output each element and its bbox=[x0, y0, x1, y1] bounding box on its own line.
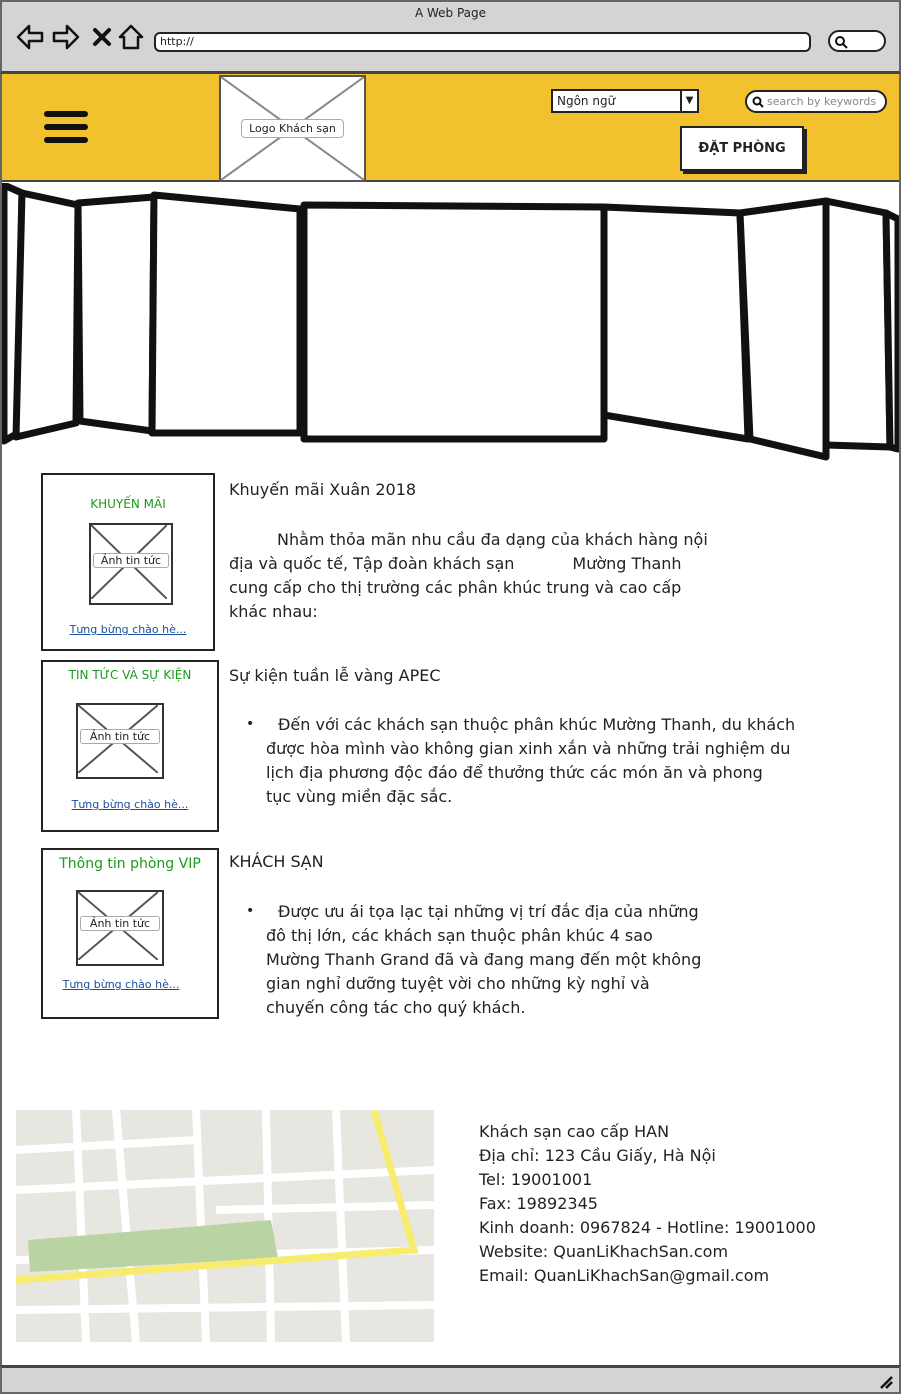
body-line: khác nhau: bbox=[229, 602, 318, 621]
hotel-logo[interactable]: Logo Khách sạn bbox=[219, 75, 366, 182]
contact-address: Địa chỉ: 123 Cầu Giấy, Hà Nội bbox=[479, 1146, 716, 1165]
news-card-events[interactable]: TIN TỨC VÀ SỰ KIỆN Ảnh tin tức Tưng bừng… bbox=[41, 660, 219, 832]
window-title: A Web Page bbox=[414, 6, 487, 20]
menu-icon[interactable] bbox=[44, 111, 88, 149]
carousel-slide bbox=[882, 209, 901, 453]
status-bar bbox=[0, 1365, 901, 1394]
contact-info: Khách sạn cao cấp HAN Địa chỉ: 123 Cầu G… bbox=[479, 1120, 816, 1288]
body-line: Mường Thanh Grand đã và đang mang đến mộ… bbox=[266, 950, 702, 969]
read-more-link[interactable]: Tưng bừng chào hè... bbox=[43, 623, 213, 636]
bullet: • bbox=[246, 716, 255, 732]
news-image: Ảnh tin tức bbox=[89, 523, 173, 605]
carousel-slide bbox=[300, 201, 608, 443]
language-select[interactable]: Ngôn ngữ bbox=[551, 89, 699, 113]
url-bar[interactable]: http:// bbox=[154, 32, 811, 52]
body-line: gian nghỉ dưỡng tuyệt vời cho những kỳ n… bbox=[266, 974, 650, 993]
body-line: Nhằm thỏa mãn nhu cầu đa dạng của khách … bbox=[277, 530, 708, 549]
logo-label: Logo Khách sạn bbox=[241, 119, 344, 138]
carousel-slide bbox=[12, 189, 82, 441]
body-line: Được ưu ái tọa lạc tại những vị trí đắc … bbox=[278, 902, 699, 921]
bullet: • bbox=[246, 903, 255, 919]
map-street bbox=[16, 1301, 434, 1314]
body-line: địa và quốc tế, Tập đoàn khách sạn Mường … bbox=[229, 554, 682, 573]
news-body: Nhằm thỏa mãn nhu cầu đa dạng của khách … bbox=[229, 528, 789, 624]
chevron-down-icon[interactable]: ▼ bbox=[680, 89, 699, 113]
contact-hotline: Kinh doanh: 0967824 - Hotline: 19001000 bbox=[479, 1218, 816, 1237]
image-label: Ảnh tin tức bbox=[80, 729, 160, 744]
resize-grip-icon[interactable] bbox=[878, 1374, 894, 1390]
news-title: Sự kiện tuần lễ vàng APEC bbox=[229, 666, 441, 685]
book-room-button[interactable]: ĐẶT PHÒNG bbox=[680, 126, 804, 171]
browser-search-button[interactable] bbox=[828, 30, 886, 52]
news-card-promotion[interactable]: KHUYẾN MÃI Ảnh tin tức Tưng bừng chào hè… bbox=[41, 473, 215, 651]
contact-website[interactable]: Website: QuanLiKhachSan.com bbox=[479, 1240, 816, 1264]
news-image: Ảnh tin tức bbox=[76, 703, 164, 779]
search-icon bbox=[835, 36, 848, 49]
body-line: cung cấp cho thị trường các phân khúc tr… bbox=[229, 578, 682, 597]
home-icon[interactable] bbox=[118, 24, 144, 50]
read-more-link[interactable]: Tưng bừng chào hè... bbox=[34, 978, 208, 991]
arrow-left-icon[interactable] bbox=[16, 24, 44, 50]
body-line: lịch địa phương độc đáo để thưởng thức c… bbox=[266, 763, 763, 782]
card-title: KHUYẾN MÃI bbox=[90, 497, 166, 511]
keyword-search-input[interactable]: search by keywords bbox=[745, 90, 887, 113]
x-icon[interactable] bbox=[92, 27, 112, 47]
carousel-slide bbox=[736, 197, 830, 461]
carousel-slide bbox=[822, 197, 894, 451]
read-more-link[interactable]: Tưng bừng chào hè... bbox=[43, 798, 217, 811]
search-icon bbox=[752, 96, 764, 108]
location-map[interactable] bbox=[16, 1110, 434, 1342]
contact-tel: Tel: 19001001 bbox=[479, 1170, 593, 1189]
carousel-slide bbox=[600, 203, 752, 443]
news-title: KHÁCH SẠN bbox=[229, 852, 324, 871]
body-line: chuyến công tác cho quý khách. bbox=[266, 998, 526, 1017]
card-title: TIN TỨC VÀ SỰ KIỆN bbox=[68, 668, 192, 682]
arrow-right-icon[interactable] bbox=[52, 24, 80, 50]
body-line: tục vùng miền đặc sắc. bbox=[266, 787, 453, 806]
news-title: Khuyến mãi Xuân 2018 bbox=[229, 480, 417, 499]
keyword-search-placeholder: search by keywords bbox=[767, 95, 877, 108]
body-line: Đến với các khách sạn thuộc phân khúc Mư… bbox=[278, 715, 796, 734]
image-label: Ảnh tin tức bbox=[93, 553, 169, 568]
news-image: Ảnh tin tức bbox=[76, 890, 164, 966]
carousel-slide bbox=[148, 191, 304, 437]
image-carousel[interactable] bbox=[0, 183, 901, 463]
body-line: đô thị lớn, các khách sạn thuộc phân khú… bbox=[266, 926, 653, 945]
contact-email[interactable]: Email: QuanLiKhachSan@gmail.com bbox=[479, 1264, 816, 1288]
news-card-vip-rooms[interactable]: Thông tin phòng VIP Ảnh tin tức Tưng bừn… bbox=[41, 848, 219, 1019]
card-title: Thông tin phòng VIP bbox=[59, 856, 201, 872]
contact-fax: Fax: 19892345 bbox=[479, 1194, 598, 1213]
image-label: Ảnh tin tức bbox=[80, 916, 160, 931]
news-body: Được ưu ái tọa lạc tại những vị trí đắc … bbox=[266, 900, 796, 1020]
hotel-name: Khách sạn cao cấp HAN bbox=[479, 1122, 670, 1141]
body-line: được hòa mình vào không gian xinh xắn và… bbox=[266, 739, 791, 758]
news-body: Đến với các khách sạn thuộc phân khúc Mư… bbox=[266, 713, 896, 809]
carousel-slide bbox=[74, 193, 158, 435]
